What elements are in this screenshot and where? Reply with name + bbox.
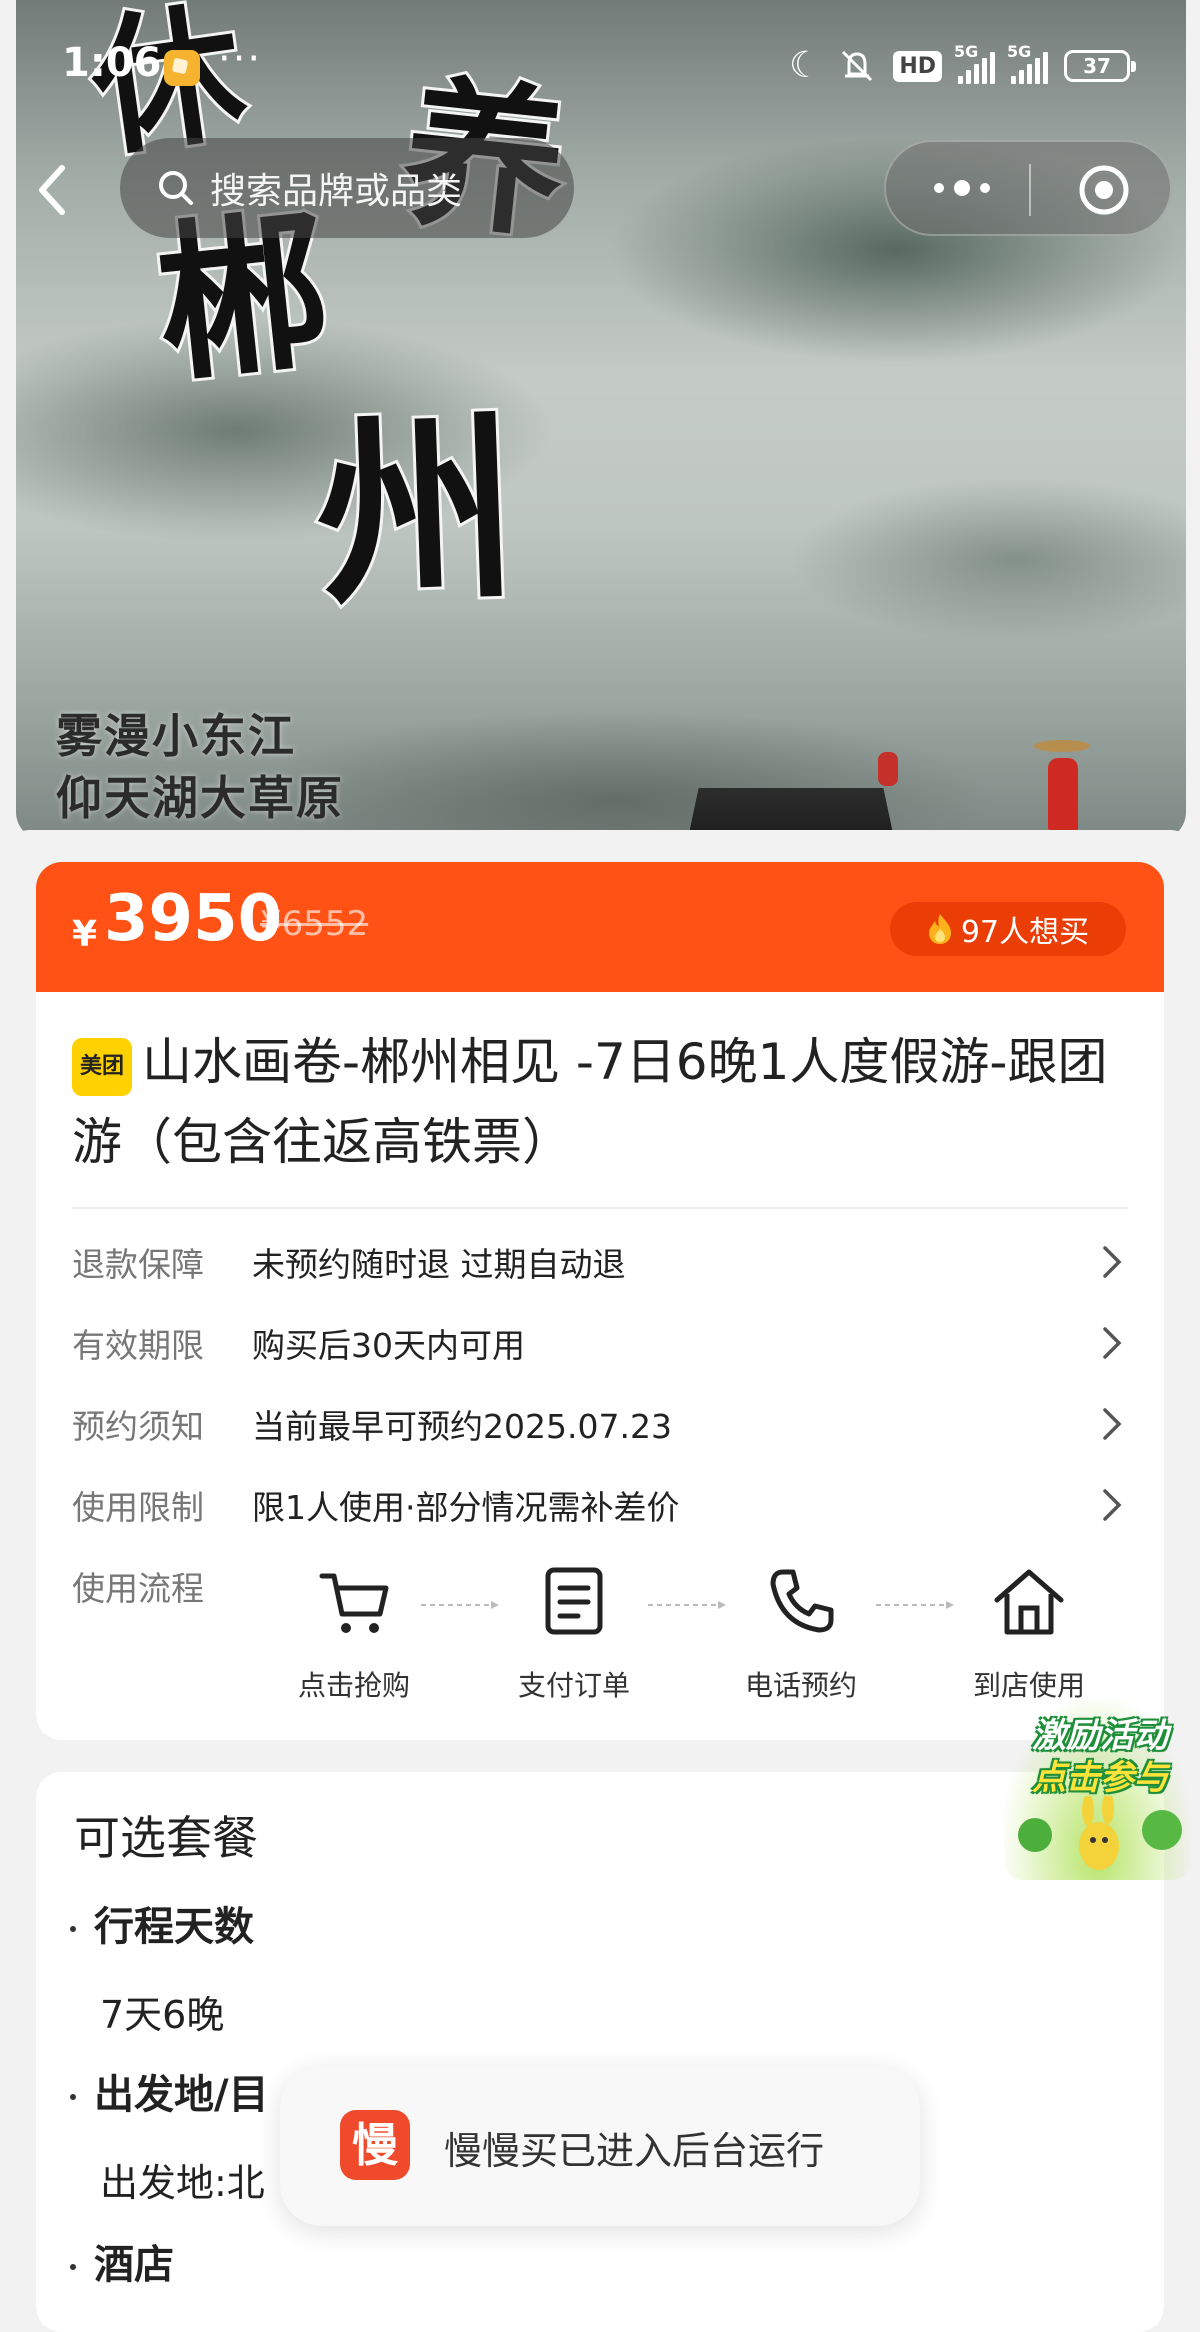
hero-poem-line-2: 仰天湖大草原 [56,771,344,825]
package-title: 可选套餐 [74,1811,258,1865]
info-value: 购买后30天内可用 [252,1326,525,1365]
chevron-right-icon [1103,1246,1122,1278]
battery-icon: 37 [1064,50,1136,82]
chevron-right-icon [1103,1327,1122,1359]
flow-step-buy: 点击抢购 [269,1562,439,1704]
toast-text: 慢慢买已进入后台运行 [444,2129,825,2173]
fire-icon [928,914,951,944]
capsule-divider [1029,164,1031,216]
meituan-badge: 美团 [72,1038,132,1096]
product-title: 美团 山水画卷-郴州相见 -7日6晚1人度假游-跟团游（包含往返高铁票） [72,1022,1132,1182]
bullet-dot [70,1926,76,1932]
info-label: 有效期限 [72,1326,204,1365]
more-menu-button[interactable] [924,168,1000,208]
search-icon [159,171,193,205]
hero-poem-line-1: 雾漫小东江 [56,709,296,763]
info-value: 限1人使用·部分情况需补差价 [252,1488,680,1527]
section-name: 行程天数 [94,1904,254,1950]
toast-notification: 慢 慢慢买已进入后台运行 [280,2066,920,2226]
hero-calligraphy-4: 州 [310,389,524,637]
flow-step-pay: 支付订单 [489,1562,659,1704]
promo-line-2: 点击参与 [1032,1758,1168,1798]
info-label: 退款保障 [72,1245,204,1284]
package-option-departure[interactable]: 出发地:北 [100,2152,265,2207]
divider [72,1207,1128,1209]
price-original: ¥6552 [260,904,369,944]
incentive-activity-badge[interactable]: 激励活动 点击参与 [1004,1700,1190,1880]
price-current: 3950 [104,882,283,956]
search-input[interactable]: 搜索品牌或品类 [120,138,574,238]
product-card: ¥ 3950 ¥6552 97人想买 美团 山水画卷-郴州相见 -7日6晚1人度假… [36,862,1164,1740]
chevron-right-icon [1103,1408,1122,1440]
want-count-badge: 97人想买 [890,902,1126,956]
flow-step-label: 到店使用 [972,1669,1085,1702]
app-icon: 慢 [340,2110,410,2180]
signal-icon: 5G [954,42,995,84]
info-row-booking[interactable]: 预约须知 当前最早可预约2025.07.23 [72,1392,1128,1452]
package-option-days[interactable]: 7天6晚 [100,1984,224,2039]
mascot-icon [1079,1796,1119,1870]
status-overflow-dots: ··· [218,36,263,82]
hero-person-shape [1048,758,1078,830]
price-bar: ¥ 3950 ¥6552 97人想买 [36,862,1164,992]
flow-step-label: 点击抢购 [297,1669,410,1702]
bullet-dot [70,2264,76,2270]
signal-1-label: 5G [954,42,979,61]
mini-program-capsule [884,140,1172,236]
hero-banner-image[interactable]: 休 养 郴 州 雾漫小东江 仰天湖大草原 [16,0,1186,840]
cart-icon [319,1573,389,1633]
signal-icon: 5G [1007,42,1048,84]
product-title-text: 山水画卷-郴州相见 -7日6晚1人度假游-跟团游（包含往返高铁票） [72,1033,1108,1171]
price-currency: ¥ [72,914,98,955]
status-bar: 1:06 ··· ☾ HD 5G 5G 37 [0,28,1200,100]
notification-app-icon [164,50,200,86]
info-row-validity[interactable]: 有效期限 购买后30天内可用 [72,1311,1128,1371]
info-label: 使用限制 [72,1488,204,1527]
signal-2-label: 5G [1007,42,1032,61]
section-name: 酒店 [94,2242,174,2288]
search-placeholder: 搜索品牌或品类 [210,171,463,212]
want-count-text: 97人想买 [960,915,1090,950]
mute-icon [842,50,873,82]
home-icon [994,1569,1064,1635]
section-name: 出发地/目 [94,2072,269,2118]
flow-step-label: 电话预约 [744,1669,857,1702]
info-value: 未预约随时退 过期自动退 [252,1245,626,1284]
bullet-dot [70,2094,76,2100]
info-row-refund[interactable]: 退款保障 未预约随时退 过期自动退 [72,1230,1128,1290]
tree-icon [1142,1810,1182,1850]
close-miniprogram-icon[interactable] [1076,162,1132,218]
flow-step-label: 支付订单 [517,1669,630,1702]
package-section-hotel: 酒店 [70,2232,174,2290]
flow-label: 使用流程 [72,1569,204,1608]
status-indicators: ☾ HD 5G 5G 37 [789,42,1136,90]
back-icon[interactable] [30,160,80,220]
chevron-right-icon [1103,1489,1122,1521]
package-card: 可选套餐 行程天数 7天6晚 出发地/目 出发地:北 酒店 [36,1772,1164,2332]
info-label: 预约须知 [72,1407,204,1446]
order-icon [545,1567,603,1635]
tree-icon [1018,1818,1052,1852]
info-row-restriction[interactable]: 使用限制 限1人使用·部分情况需补差价 [72,1473,1128,1533]
moon-icon: ☾ [789,45,822,86]
phone-icon [770,1569,834,1633]
package-section-days: 行程天数 [70,1894,254,1952]
status-time: 1:06 [62,40,162,86]
package-section-departure: 出发地/目 [70,2062,269,2120]
flow-step-call: 电话预约 [716,1562,886,1704]
hero-person-hat-shape [1034,740,1090,752]
info-value: 当前最早可预约2025.07.23 [252,1407,672,1446]
flow-step-visit: 到店使用 [944,1562,1114,1704]
hd-icon: HD [893,50,942,82]
hero-lantern-shape [878,752,898,786]
